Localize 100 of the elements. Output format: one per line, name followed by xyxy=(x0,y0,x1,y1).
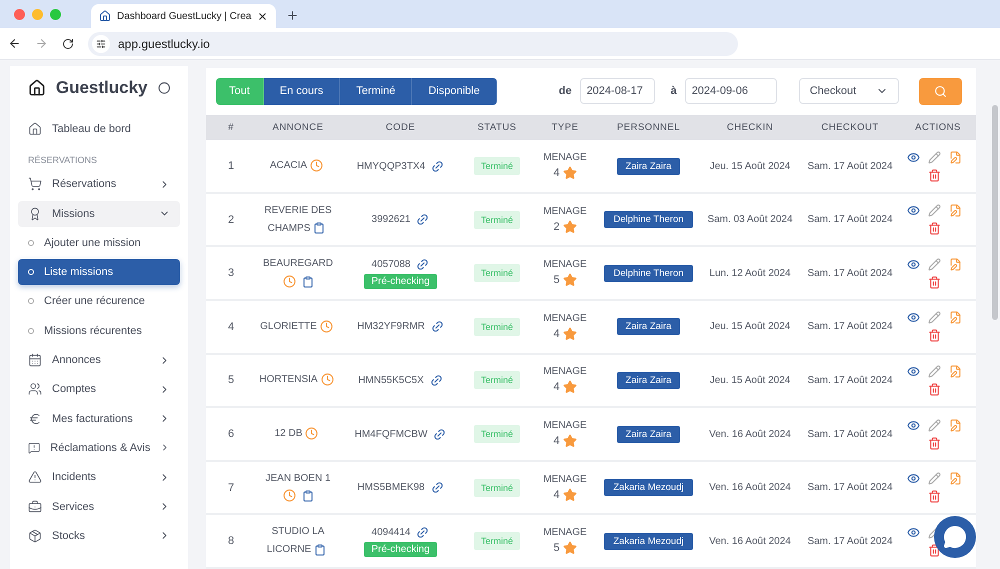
sidebar-item[interactable]: Incidents xyxy=(18,464,180,490)
checkin-date: Jeu. 15 Août 2024 xyxy=(710,321,790,332)
checkin-date: Jeu. 15 Août 2024 xyxy=(710,374,790,386)
trash-icon[interactable] xyxy=(928,490,940,504)
star-icon xyxy=(562,326,577,341)
booking-code: 3992621 xyxy=(372,214,410,226)
trash-icon[interactable] xyxy=(928,276,940,289)
new-tab-icon[interactable] xyxy=(286,9,300,22)
column-header[interactable]: # xyxy=(206,122,256,133)
checkin-date: Ven. 16 Août 2024 xyxy=(709,482,791,494)
file-edit-icon[interactable] xyxy=(948,472,962,486)
sidebar-item[interactable]: Services xyxy=(18,494,180,520)
site-settings-icon[interactable] xyxy=(96,38,106,48)
star-icon xyxy=(562,541,577,556)
back-icon[interactable] xyxy=(8,37,21,50)
row-number: 7 xyxy=(228,482,234,494)
column-header[interactable]: PERSONNEL xyxy=(597,122,700,133)
listing-name: ACACIA xyxy=(270,160,308,172)
sidebar-item[interactable]: Réservations xyxy=(18,171,180,198)
to-date-field[interactable]: 2024-09-06 xyxy=(684,78,777,104)
row-number: 6 xyxy=(228,428,234,440)
sidebar-item[interactable]: Missions xyxy=(18,200,180,227)
trash-icon[interactable] xyxy=(928,168,940,182)
sidebar-subitem[interactable]: Liste missions xyxy=(18,259,180,286)
trash-icon[interactable] xyxy=(928,329,940,342)
view-icon[interactable] xyxy=(906,472,920,486)
star-icon xyxy=(562,488,577,502)
warning-icon xyxy=(28,470,42,484)
file-edit-icon[interactable] xyxy=(948,364,962,378)
column-header[interactable]: TYPE xyxy=(533,122,597,133)
scrollbar[interactable] xyxy=(992,105,998,320)
reload-icon[interactable] xyxy=(62,38,74,50)
view-icon[interactable] xyxy=(906,311,920,324)
file-edit-icon[interactable] xyxy=(948,150,962,164)
column-header[interactable]: STATUS xyxy=(461,122,533,133)
sidebar-item[interactable]: Annonces xyxy=(18,347,180,374)
section-label: RÉSERVATIONS xyxy=(27,154,98,168)
filter-tab[interactable]: Terminé xyxy=(340,78,412,105)
from-label: de xyxy=(558,85,572,98)
status-badge: Terminé xyxy=(474,532,520,550)
view-icon[interactable] xyxy=(906,258,920,271)
column-header[interactable]: CHECKIN xyxy=(700,122,800,133)
file-edit-icon[interactable] xyxy=(948,258,962,271)
booking-code: HM32YF9RMR xyxy=(357,321,425,332)
listing-name: STUDIO LA LICORNE xyxy=(266,526,324,556)
sidebar-item[interactable]: Réclamations & Avis xyxy=(18,434,180,461)
row-number: 1 xyxy=(228,160,234,172)
checkout-date: Sam. 17 Août 2024 xyxy=(807,536,893,547)
listing-name: HORTENSIA xyxy=(259,374,318,386)
browser-tab[interactable]: Dashboard GuestLucky | Crea xyxy=(91,4,276,28)
star-icon xyxy=(562,273,577,288)
row-number: 8 xyxy=(228,535,234,548)
forward-icon[interactable] xyxy=(35,37,48,50)
house-icon xyxy=(28,122,42,136)
view-icon[interactable] xyxy=(906,364,920,378)
close-window-button[interactable] xyxy=(14,8,25,20)
toggle-icon[interactable] xyxy=(158,81,170,95)
mission-type: MENAGE xyxy=(543,152,587,164)
staff-badge: Zaira Zaira xyxy=(616,318,680,336)
view-icon[interactable] xyxy=(906,418,920,432)
to-label: à xyxy=(670,85,677,98)
date-type-dropdown[interactable]: Checkout xyxy=(798,78,899,104)
sidebar-subitem[interactable]: Ajouter une mission xyxy=(18,230,180,256)
search-button[interactable] xyxy=(918,78,962,105)
listing-name: 12 DB xyxy=(274,428,302,440)
trash-icon[interactable] xyxy=(928,544,940,557)
sidebar-item[interactable]: Tableau de bord xyxy=(18,116,180,142)
sidebar-item[interactable]: Stocks xyxy=(18,522,180,549)
column-header[interactable]: CHECKOUT xyxy=(800,122,900,133)
from-date-field[interactable]: 2024-08-17 xyxy=(580,78,655,104)
sidebar-subitem[interactable]: Missions récurentes xyxy=(18,318,180,344)
filter-tab[interactable]: Disponible xyxy=(412,78,497,105)
checkin-date: Ven. 16 Août 2024 xyxy=(709,428,791,440)
booking-code: HM4FQFMCBW xyxy=(354,428,428,440)
award-icon xyxy=(28,206,42,221)
rating-value: 5 xyxy=(553,542,560,554)
mission-type: MENAGE xyxy=(543,366,587,378)
column-header[interactable]: ACTIONS xyxy=(900,122,976,133)
address-bar[interactable]: app.guestlucky.io xyxy=(88,32,738,56)
sidebar-item[interactable]: Comptes xyxy=(18,376,180,402)
view-icon[interactable] xyxy=(906,204,920,218)
trash-icon[interactable] xyxy=(928,436,940,450)
sidebar-item[interactable]: Mes facturations xyxy=(18,406,180,432)
filter-tab[interactable]: En cours xyxy=(264,78,340,105)
view-icon[interactable] xyxy=(906,526,920,539)
mission-type: MENAGE xyxy=(543,420,587,432)
file-edit-icon[interactable] xyxy=(948,418,962,432)
close-icon[interactable] xyxy=(257,10,268,22)
trash-icon[interactable] xyxy=(928,382,940,396)
trash-icon[interactable] xyxy=(928,222,940,236)
pre-checking-badge: Pré-checking xyxy=(364,274,437,289)
file-edit-icon[interactable] xyxy=(948,204,962,218)
file-edit-icon[interactable] xyxy=(948,311,962,324)
status-badge: Terminé xyxy=(474,264,520,282)
view-icon[interactable] xyxy=(906,150,920,164)
house-icon xyxy=(28,78,46,98)
sidebar-subitem[interactable]: Créer une récurence xyxy=(18,288,180,314)
column-header[interactable]: CODE xyxy=(340,122,461,133)
column-header[interactable]: ANNONCE xyxy=(256,122,340,133)
rating-value: 4 xyxy=(553,167,560,180)
